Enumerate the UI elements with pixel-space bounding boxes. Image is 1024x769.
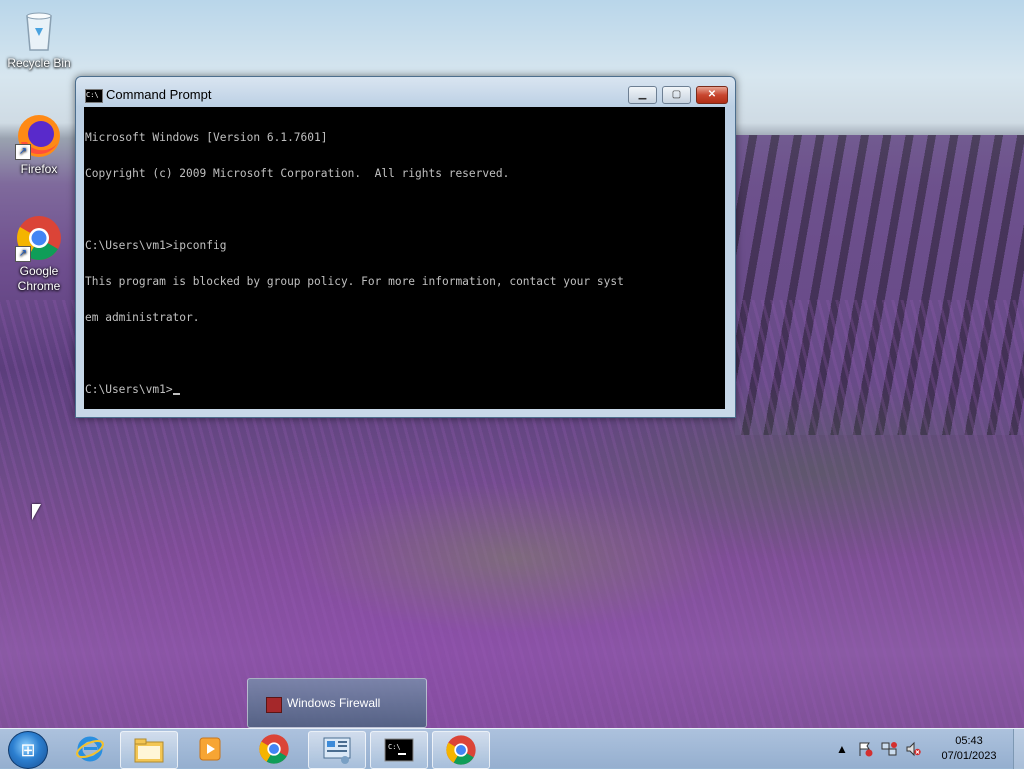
desktop-icon-label: Firefox [20,162,58,176]
console-prompt: C:\Users\vm1> [85,383,173,396]
desktop-icon-label: Google Chrome [17,264,61,293]
desktop-icon-google-chrome[interactable]: ↗ Google Chrome [3,214,75,294]
console-line: This program is blocked by group policy.… [85,275,624,288]
taskbar-internet-explorer[interactable] [62,731,118,767]
chrome-icon [446,735,476,765]
taskbar-thumbnail-popup[interactable]: Windows Firewall [247,678,427,728]
folder-icon [134,738,164,763]
minimize-button[interactable]: ▁ [628,86,657,104]
console-output[interactable]: Microsoft Windows [Version 6.1.7601] Cop… [84,107,725,409]
command-prompt-window[interactable]: C:\ Command Prompt ▁ ▢ ✕ Microsoft Windo… [75,76,736,418]
desktop-icon-firefox[interactable]: ↗ Firefox [3,112,75,177]
recycle-bin-icon [15,6,63,54]
console-line: em administrator. [85,311,200,324]
chrome-icon [259,734,289,764]
maximize-button[interactable]: ▢ [662,86,691,104]
action-center-flag-icon[interactable] [857,741,873,757]
window-titlebar[interactable]: C:\ Command Prompt ▁ ▢ ✕ [76,77,735,107]
taskbar-file-explorer[interactable] [120,731,178,769]
console-line: Copyright (c) 2009 Microsoft Corporation… [85,167,510,180]
taskbar-google-chrome[interactable] [246,731,302,767]
control-panel-icon [323,737,351,764]
console-prompt-line: C:\Users\vm1> [85,384,724,396]
mouse-pointer-icon [32,504,41,520]
desktop-icon-label: Recycle Bin [7,56,71,70]
console-line: Microsoft Windows [Version 6.1.7601] [85,131,328,144]
network-icon[interactable] [881,741,897,757]
popup-label: Windows Firewall [287,696,381,710]
desktop-icon-recycle-bin[interactable]: Recycle Bin [3,6,75,71]
window-title: Command Prompt [106,87,212,102]
show-desktop-button[interactable] [1013,729,1024,769]
show-hidden-icons-chevron-icon[interactable]: ▲ [834,741,850,757]
start-button[interactable]: ⊞ [8,731,48,769]
taskbar-media-player[interactable] [182,731,238,767]
taskbar-google-chrome-2[interactable] [432,731,490,769]
shortcut-arrow-icon: ↗ [15,144,31,160]
taskbar-control-panel[interactable] [308,731,366,769]
clock-time: 05:43 [955,735,983,747]
firewall-icon [266,697,282,713]
clock-date: 07/01/2023 [941,750,997,762]
cmd-icon: C:\ [384,738,414,762]
close-button[interactable]: ✕ [696,86,728,104]
console-line: C:\Users\vm1>ipconfig [85,239,227,252]
text-cursor [172,393,180,395]
shortcut-arrow-icon: ↗ [15,246,31,262]
taskbar: ⊞ C:\ ▲ 05:43 07/01/2023 [0,728,1024,769]
cmd-icon: C:\ [85,89,103,103]
system-clock[interactable]: 05:43 07/01/2023 [930,734,1008,764]
taskbar-command-prompt[interactable]: C:\ [370,731,428,769]
svg-text:C:\: C:\ [388,743,401,751]
volume-muted-icon[interactable] [905,741,921,757]
chrome-icon: ↗ [15,214,63,262]
firefox-icon: ↗ [15,112,63,160]
media-player-icon [199,737,221,761]
internet-explorer-icon [76,736,104,762]
